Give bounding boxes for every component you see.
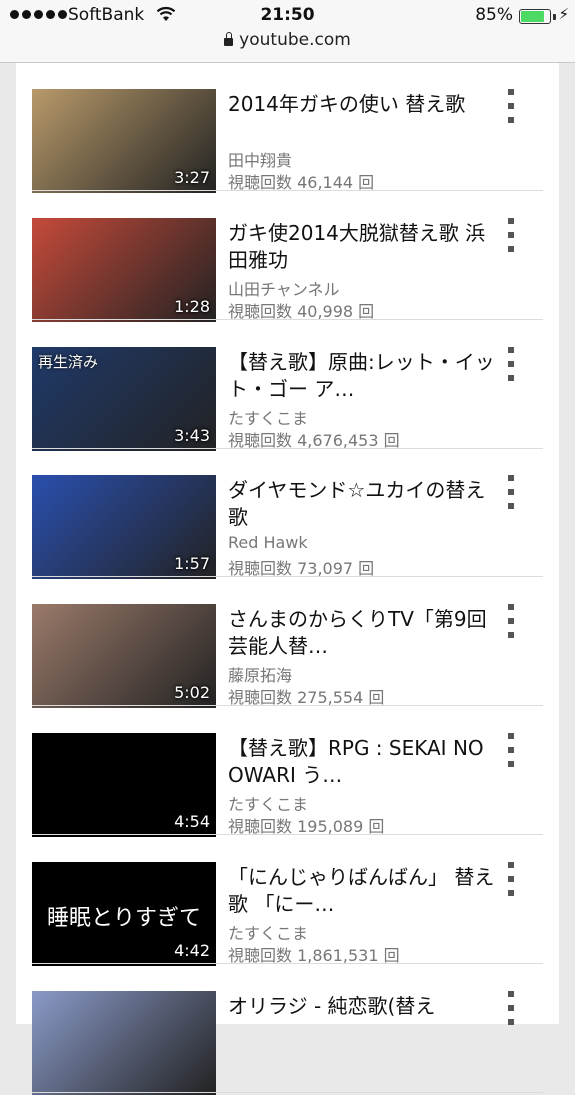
video-duration: 1:57: [174, 554, 210, 574]
video-thumbnail[interactable]: 睡眠とりすぎて 4:42: [32, 861, 216, 966]
more-options-icon[interactable]: [504, 475, 518, 510]
list-divider: [32, 1091, 543, 1093]
video-channel: たすくこま: [228, 923, 309, 943]
video-thumbnail[interactable]: 1:28: [32, 217, 216, 322]
video-channel: Red Hawk: [228, 533, 308, 553]
video-thumbnail[interactable]: 3:27: [32, 89, 216, 193]
video-duration: 5:02: [174, 683, 210, 703]
video-channel: 山田チャンネル: [228, 279, 340, 299]
battery-percent: 85%: [475, 5, 513, 25]
charging-icon: ⚡: [558, 5, 569, 23]
status-bar: SoftBank 21:50 85% ⚡: [0, 4, 575, 30]
more-options-dot: [508, 747, 514, 753]
video-item[interactable]: 4:54 【替え歌】RPG : SEKAI NO OWARI う… たすくこま 視聴回…: [16, 707, 559, 837]
video-title[interactable]: 「にんじゃりばんばん」 替え歌 「にー…: [228, 864, 498, 918]
video-duration: 4:42: [174, 940, 210, 960]
video-title[interactable]: オリラジ - 純恋歌(替え: [228, 993, 498, 1020]
video-thumbnail[interactable]: 4:54: [32, 733, 216, 837]
video-duration: 3:27: [174, 168, 210, 187]
thumbnail-caption: 睡眠とりすぎて: [46, 905, 201, 931]
more-options-dot: [508, 117, 514, 123]
more-options-dot: [508, 632, 514, 639]
video-title[interactable]: さんまのからくりTV「第9回芸能人替…: [228, 606, 498, 660]
video-thumbnail[interactable]: 再生済み 3:43: [32, 346, 216, 451]
battery-icon: [519, 9, 551, 24]
more-options-icon[interactable]: [504, 89, 518, 123]
video-thumbnail[interactable]: 5:02: [32, 604, 216, 709]
more-options-dot: [508, 346, 514, 353]
video-item[interactable]: 1:57 ダイヤモンド☆ユカイの替え歌 Red Hawk 視聴回数 73,097 回: [16, 449, 559, 580]
more-options-dot: [508, 733, 514, 739]
video-channel: たすくこま: [228, 795, 309, 814]
video-item[interactable]: 再生済み 3:43 【替え歌】原曲:レット・イット・ゴー ア… たすくこま 視聴回数 4…: [16, 321, 559, 451]
more-options-icon[interactable]: [504, 217, 518, 252]
more-options-icon[interactable]: [504, 861, 518, 896]
more-options-dot: [508, 1004, 514, 1011]
more-options-dot: [508, 618, 514, 625]
watched-label: 再生済み: [38, 352, 99, 371]
battery-cap: [553, 14, 556, 20]
video-item[interactable]: 1:28 ガキ使2014大脱獄替え歌 浜田雅功 山田チャンネル 視聴回数 40,998…: [16, 192, 559, 322]
video-item[interactable]: 睡眠とりすぎて 4:42 「にんじゃりばんばん」 替え歌 「にー… たすくこま 視聴回数…: [16, 836, 559, 966]
video-title[interactable]: 【替え歌】原曲:レット・イット・ゴー ア…: [228, 349, 498, 403]
video-title[interactable]: ガキ使2014大脱獄替え歌 浜田雅功: [228, 220, 498, 274]
video-thumbnail[interactable]: [32, 990, 216, 1095]
more-options-dot: [508, 489, 514, 496]
more-options-icon[interactable]: [504, 990, 518, 1025]
video-duration: 1:28: [174, 296, 210, 316]
video-duration: 4:54: [174, 812, 210, 831]
more-options-dot: [508, 360, 514, 367]
url-text: youtube.com: [239, 30, 351, 50]
video-channel: たすくこま: [228, 408, 309, 428]
more-options-dot: [508, 231, 514, 238]
more-options-dot: [508, 103, 514, 109]
video-channel: 藤原拓海: [228, 666, 293, 686]
more-options-dot: [508, 861, 514, 868]
more-options-dot: [508, 990, 514, 997]
video-item[interactable]: 5:02 さんまのからくりTV「第9回芸能人替… 藤原拓海 視聴回数 275,554 …: [16, 578, 559, 709]
video-item[interactable]: 3:27 2014年ガキの使い 替え歌 田中翔貴 視聴回数 46,144 回: [16, 63, 559, 193]
more-options-dot: [508, 503, 514, 510]
more-options-dot: [508, 475, 514, 482]
video-title[interactable]: ダイヤモンド☆ユカイの替え歌: [228, 477, 498, 531]
more-options-dot: [508, 889, 514, 896]
more-options-icon[interactable]: [504, 733, 518, 767]
more-options-dot: [508, 604, 514, 611]
more-options-dot: [508, 245, 514, 252]
video-duration: 3:43: [174, 425, 210, 445]
more-options-dot: [508, 875, 514, 882]
browser-header: SoftBank 21:50 85% ⚡ youtube.com: [0, 0, 575, 63]
video-title[interactable]: 【替え歌】RPG : SEKAI NO OWARI う…: [228, 735, 498, 789]
more-options-icon[interactable]: [504, 346, 518, 381]
lock-icon: [224, 32, 234, 46]
video-channel: 田中翔貴: [228, 151, 293, 170]
more-options-dot: [508, 89, 514, 95]
thumbnail-image: [32, 990, 216, 1095]
video-thumbnail[interactable]: 1:57: [32, 475, 216, 580]
more-options-dot: [508, 217, 514, 224]
more-options-icon[interactable]: [504, 604, 518, 639]
more-options-dot: [508, 761, 514, 767]
video-list: 3:27 2014年ガキの使い 替え歌 田中翔貴 視聴回数 46,144 回 1:28 ガ…: [16, 63, 559, 1095]
more-options-dot: [508, 374, 514, 381]
video-item[interactable]: オリラジ - 純恋歌(替え: [16, 965, 559, 1095]
address-bar[interactable]: youtube.com: [0, 30, 575, 50]
video-title[interactable]: 2014年ガキの使い 替え歌: [228, 91, 498, 118]
